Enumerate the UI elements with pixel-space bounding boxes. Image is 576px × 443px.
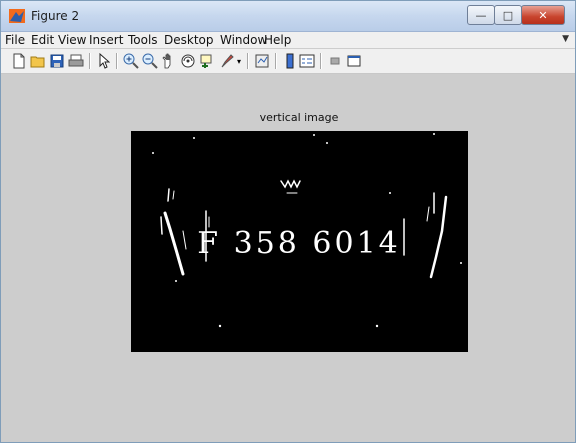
brush-button[interactable] xyxy=(219,53,235,69)
print-button[interactable] xyxy=(68,53,84,69)
toolbar-toggle-icon[interactable]: ▼ xyxy=(562,34,569,44)
rotate-icon xyxy=(181,54,195,68)
menu-help[interactable]: Help xyxy=(264,33,291,47)
menu-window[interactable]: Window xyxy=(220,33,267,47)
menu-insert[interactable]: Insert xyxy=(89,33,123,47)
arrow-pointer-icon xyxy=(99,53,110,69)
hand-icon xyxy=(162,53,171,69)
hide-plot-tools-button[interactable] xyxy=(327,53,343,69)
menu-bar: File Edit View Insert Tools Desktop Wind… xyxy=(1,32,575,48)
new-file-icon xyxy=(13,53,25,69)
menu-edit[interactable]: Edit xyxy=(31,33,54,47)
show-plot-tools-icon xyxy=(347,55,361,67)
rotate-3d-button[interactable] xyxy=(180,53,196,69)
open-file-button[interactable] xyxy=(30,53,46,69)
legend-icon xyxy=(299,54,315,68)
menu-view[interactable]: View xyxy=(58,33,86,47)
zoom-in-button[interactable] xyxy=(123,53,139,69)
colorbar-icon xyxy=(286,53,294,69)
window-title: Figure 2 xyxy=(31,9,80,23)
title-bar[interactable]: Figure 2 — □ ✕ xyxy=(1,1,575,32)
plot-title: vertical image xyxy=(259,111,339,124)
data-cursor-button[interactable] xyxy=(199,53,215,69)
data-cursor-icon xyxy=(200,54,212,68)
folder-icon xyxy=(30,56,45,68)
zoom-in-icon xyxy=(123,53,139,69)
edit-plot-button[interactable] xyxy=(96,53,112,69)
minimize-icon: — xyxy=(475,8,487,22)
insert-legend-button[interactable] xyxy=(299,53,315,69)
save-button[interactable] xyxy=(49,53,65,69)
pan-button[interactable] xyxy=(161,53,177,69)
save-icon xyxy=(50,54,64,68)
print-icon xyxy=(68,54,84,67)
new-figure-button[interactable] xyxy=(11,53,27,69)
maximize-icon: □ xyxy=(502,8,514,22)
insert-colorbar-button[interactable] xyxy=(282,53,298,69)
hide-plot-tools-icon xyxy=(330,57,340,65)
figure-toolbar: ▾ xyxy=(1,49,575,74)
close-button[interactable]: ✕ xyxy=(521,5,565,25)
link-plot-icon xyxy=(255,54,269,68)
minimize-button[interactable]: — xyxy=(467,5,495,25)
figure-window: Figure 2 — □ ✕ File Edit View Insert Too… xyxy=(0,0,576,443)
binary-edge-image: F 358 6014 xyxy=(152,133,462,328)
close-icon: ✕ xyxy=(538,8,548,22)
zoom-out-button[interactable] xyxy=(142,53,158,69)
maximize-button[interactable]: □ xyxy=(494,5,522,25)
plate-text: F 358 6014 xyxy=(197,226,401,261)
link-plot-button[interactable] xyxy=(254,53,270,69)
menu-tools[interactable]: Tools xyxy=(128,33,158,47)
zoom-out-icon xyxy=(142,53,158,69)
menu-desktop[interactable]: Desktop xyxy=(164,33,214,47)
image-axes[interactable]: F 358 6014 xyxy=(131,131,468,352)
menu-file[interactable]: File xyxy=(5,33,25,47)
matlab-icon xyxy=(9,9,25,23)
brush-icon xyxy=(221,54,234,68)
show-plot-tools-button[interactable] xyxy=(346,53,362,69)
brush-menu-button[interactable]: ▾ xyxy=(235,53,243,69)
chevron-down-icon: ▾ xyxy=(236,56,241,66)
